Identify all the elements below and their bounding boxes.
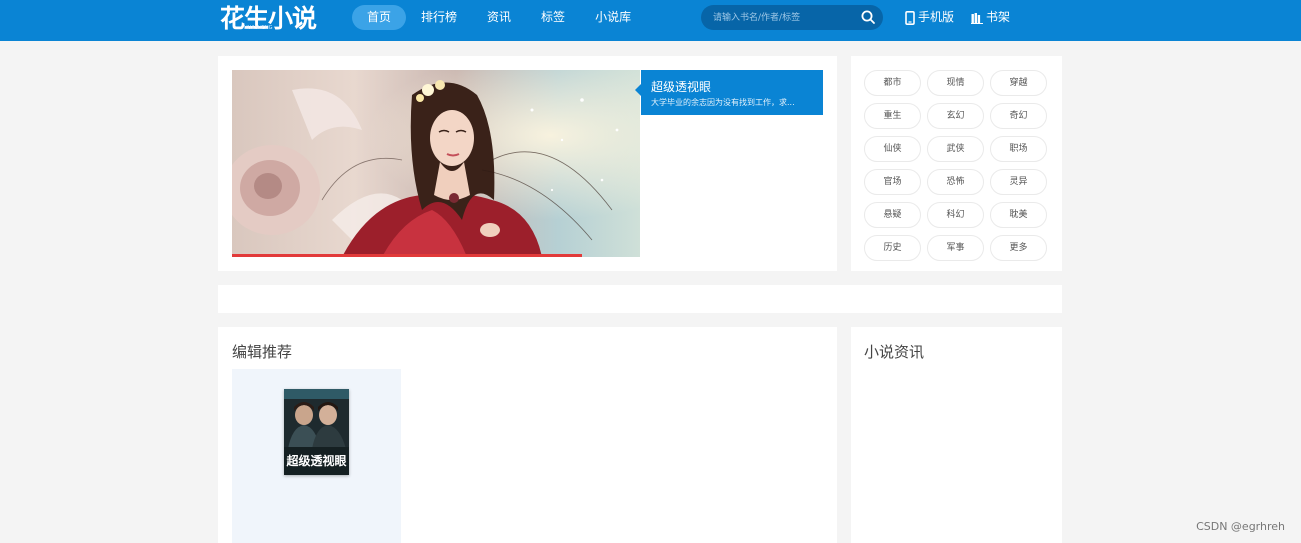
editor-recommend-title: 编辑推荐 [232, 343, 293, 361]
tag-item[interactable]: 武侠 [927, 136, 984, 162]
nav-item-ranking[interactable]: 排行榜 [406, 5, 472, 30]
tag-grid: 都市 现情 穿越 重生 玄幻 奇幻 仙侠 武侠 职场 官场 恐怖 灵异 悬疑 科… [864, 70, 1047, 261]
phone-icon [905, 10, 915, 25]
tag-item[interactable]: 科幻 [927, 202, 984, 228]
banner-panel: 超级透视眼 大学毕业的余志因为没有找到工作，求... [218, 56, 837, 271]
banner-progress-bar [232, 254, 582, 257]
news-title: 小说资讯 [864, 343, 925, 361]
bookshelf-link[interactable]: 书架 [971, 5, 1010, 30]
news-panel: 小说资讯 [851, 327, 1062, 543]
tag-item[interactable]: 重生 [864, 103, 921, 129]
search-icon[interactable] [860, 9, 877, 26]
recommended-book-card[interactable]: 超级透视眼 [232, 369, 401, 543]
tag-item[interactable]: 历史 [864, 235, 921, 261]
tags-panel: 都市 现情 穿越 重生 玄幻 奇幻 仙侠 武侠 职场 官场 恐怖 灵异 悬疑 科… [851, 56, 1062, 271]
top-header: 花生小说 HUASHENG 首页 排行榜 资讯 标签 小说库 手机版 [0, 0, 1301, 41]
nav-item-home[interactable]: 首页 [352, 5, 407, 30]
bookshelf-icon [971, 12, 983, 24]
nav-item-news[interactable]: 资讯 [472, 5, 526, 30]
tag-item[interactable]: 现情 [927, 70, 984, 96]
site-logo[interactable]: 花生小说 HUASHENG [220, 2, 317, 36]
logo-subtext: HUASHENG [244, 25, 273, 31]
tag-more[interactable]: 更多 [990, 235, 1047, 261]
ad-strip [218, 285, 1062, 313]
tag-item[interactable]: 军事 [927, 235, 984, 261]
search-box [701, 5, 883, 30]
tag-item[interactable]: 玄幻 [927, 103, 984, 129]
nav-item-library[interactable]: 小说库 [580, 5, 646, 30]
bookshelf-label: 书架 [986, 10, 1011, 24]
tag-item[interactable]: 仙侠 [864, 136, 921, 162]
search-input[interactable] [713, 9, 853, 26]
banner-description: 大学毕业的余志因为没有找到工作，求... [651, 98, 795, 107]
tag-item[interactable]: 官场 [864, 169, 921, 195]
tag-item[interactable]: 耽美 [990, 202, 1047, 228]
banner-title: 超级透视眼 [651, 80, 712, 94]
mobile-version-link[interactable]: 手机版 [905, 5, 954, 30]
mobile-version-label: 手机版 [918, 10, 955, 24]
watermark-text: CSDN @egrhreh [1196, 520, 1285, 533]
banner-caption[interactable]: 超级透视眼 大学毕业的余志因为没有找到工作，求... [635, 70, 823, 115]
tag-item[interactable]: 奇幻 [990, 103, 1047, 129]
book-cover-image[interactable]: 超级透视眼 [284, 389, 349, 475]
banner-image[interactable] [232, 70, 640, 257]
book-cover-title: 超级透视眼 [285, 453, 346, 468]
tag-item[interactable]: 都市 [864, 70, 921, 96]
tag-item[interactable]: 灵异 [990, 169, 1047, 195]
editor-recommend-panel: 编辑推荐 超级透视眼 [218, 327, 837, 543]
main-nav: 首页 排行榜 资讯 标签 小说库 [352, 5, 646, 30]
nav-item-tags[interactable]: 标签 [526, 5, 580, 30]
tag-item[interactable]: 职场 [990, 136, 1047, 162]
tag-item[interactable]: 穿越 [990, 70, 1047, 96]
tag-item[interactable]: 恐怖 [927, 169, 984, 195]
tag-item[interactable]: 悬疑 [864, 202, 921, 228]
